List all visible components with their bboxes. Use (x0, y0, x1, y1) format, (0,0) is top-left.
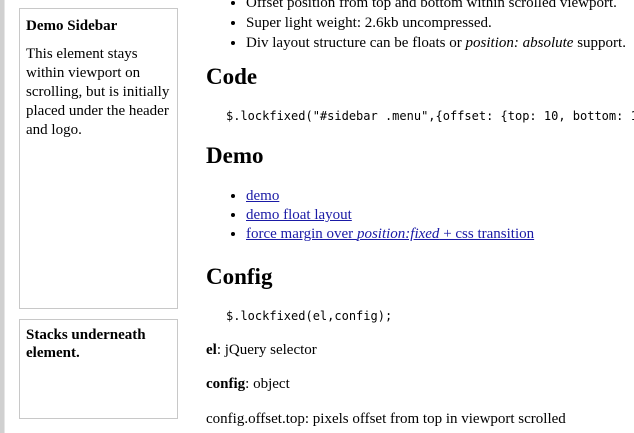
link-text: + css transition (439, 226, 535, 242)
demo-links-list: demo demo float layout force margin over… (228, 187, 534, 244)
stacks-box-title: Stacks underneath element. (26, 327, 146, 361)
stacks-box: Stacks underneath element. (19, 319, 178, 419)
feature-text: support. (573, 35, 626, 51)
demo-link[interactable]: demo (246, 188, 279, 204)
feature-text: Div layout structure can be floats or (246, 35, 466, 51)
config-snippet: $.lockfixed(el,config); (226, 309, 393, 323)
param-desc: : object (245, 376, 290, 392)
config-heading: Config (206, 264, 273, 289)
list-item: demo float layout (246, 206, 534, 225)
param-desc: : jQuery selector (216, 342, 317, 358)
demo-sidebar-box: Demo Sidebar This element stays within v… (19, 8, 178, 309)
demo-sidebar-text: This element stays within viewport on sc… (26, 46, 170, 138)
demo-float-layout-link[interactable]: demo float layout (246, 207, 352, 223)
feature-list: Offset position from top and bottom with… (228, 0, 626, 53)
param-desc: config.offset.top: pixels offset from to… (206, 411, 566, 427)
feature-item: Offset position from top and bottom with… (246, 0, 626, 13)
feature-item: Super light weight: 2.6kb uncompressed. (246, 13, 626, 33)
list-item: demo (246, 187, 534, 206)
demo-sidebar-title: Demo Sidebar (26, 18, 118, 34)
demo-heading: Demo (206, 143, 264, 168)
feature-text: Offset position from top and bottom with… (246, 0, 617, 11)
param-name: config (206, 376, 246, 392)
sidebar: Demo Sidebar This element stays within v… (10, 0, 186, 433)
page: Demo Sidebar This element stays within v… (0, 0, 634, 433)
feature-item: Div layout structure can be floats or po… (246, 33, 626, 53)
param-name: el (206, 342, 217, 358)
feature-emphasis: position: absolute (465, 35, 574, 51)
code-snippet: $.lockfixed("#sidebar .menu",{offset: {t… (226, 109, 634, 123)
link-text: force margin over (246, 226, 357, 242)
param-offset-top: config.offset.top: pixels offset from to… (206, 410, 566, 428)
param-el: el: jQuery selector (206, 341, 317, 359)
code-heading: Code (206, 64, 258, 89)
param-config: config: object (206, 375, 290, 393)
feature-text: Super light weight: 2.6kb uncompressed. (246, 15, 492, 31)
force-margin-link[interactable]: force margin over position:fixed + css t… (246, 226, 534, 242)
list-item: force margin over position:fixed + css t… (246, 225, 534, 244)
main-content: Offset position from top and bottom with… (206, 0, 634, 433)
link-emphasis: position:fixed (356, 226, 440, 242)
window-left-border (0, 0, 5, 433)
